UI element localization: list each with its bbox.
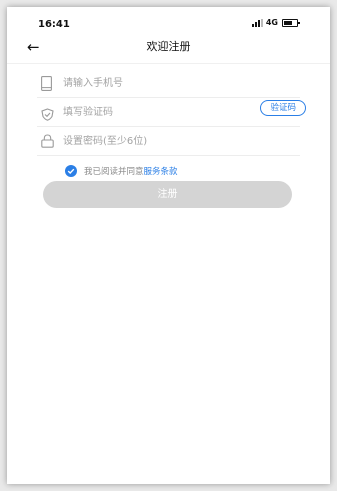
shield-icon bbox=[41, 106, 54, 125]
get-code-button[interactable]: 验证码 bbox=[260, 100, 306, 116]
agreement-row: 我已阅读并同意 服务条款 bbox=[65, 164, 178, 178]
phone-input[interactable] bbox=[63, 75, 233, 91]
status-bar: 16:41 4G bbox=[7, 7, 330, 37]
agreement-text: 我已阅读并同意 bbox=[84, 167, 144, 177]
status-time: 16:41 bbox=[38, 19, 70, 30]
nav-bar: ← 欢迎注册 bbox=[7, 37, 330, 64]
app-screen: 16:41 4G ← 欢迎注册 验证码 bbox=[7, 7, 330, 484]
page-title: 欢迎注册 bbox=[146, 40, 191, 53]
agreement-checkbox[interactable] bbox=[65, 165, 77, 177]
checkmark-icon bbox=[67, 168, 75, 174]
code-row: 验证码 bbox=[37, 100, 306, 127]
register-button[interactable]: 注册 bbox=[43, 181, 292, 208]
lock-icon bbox=[41, 133, 54, 152]
code-input[interactable] bbox=[63, 104, 213, 120]
password-row bbox=[37, 129, 300, 156]
terms-link[interactable]: 服务条款 bbox=[144, 165, 178, 177]
signal-icon bbox=[251, 18, 263, 27]
password-input[interactable] bbox=[63, 133, 233, 149]
phone-row bbox=[37, 71, 300, 98]
phone-icon bbox=[41, 76, 52, 95]
status-indicators: 4G bbox=[251, 18, 300, 27]
battery-icon bbox=[282, 18, 300, 27]
network-type: 4G bbox=[265, 18, 278, 27]
